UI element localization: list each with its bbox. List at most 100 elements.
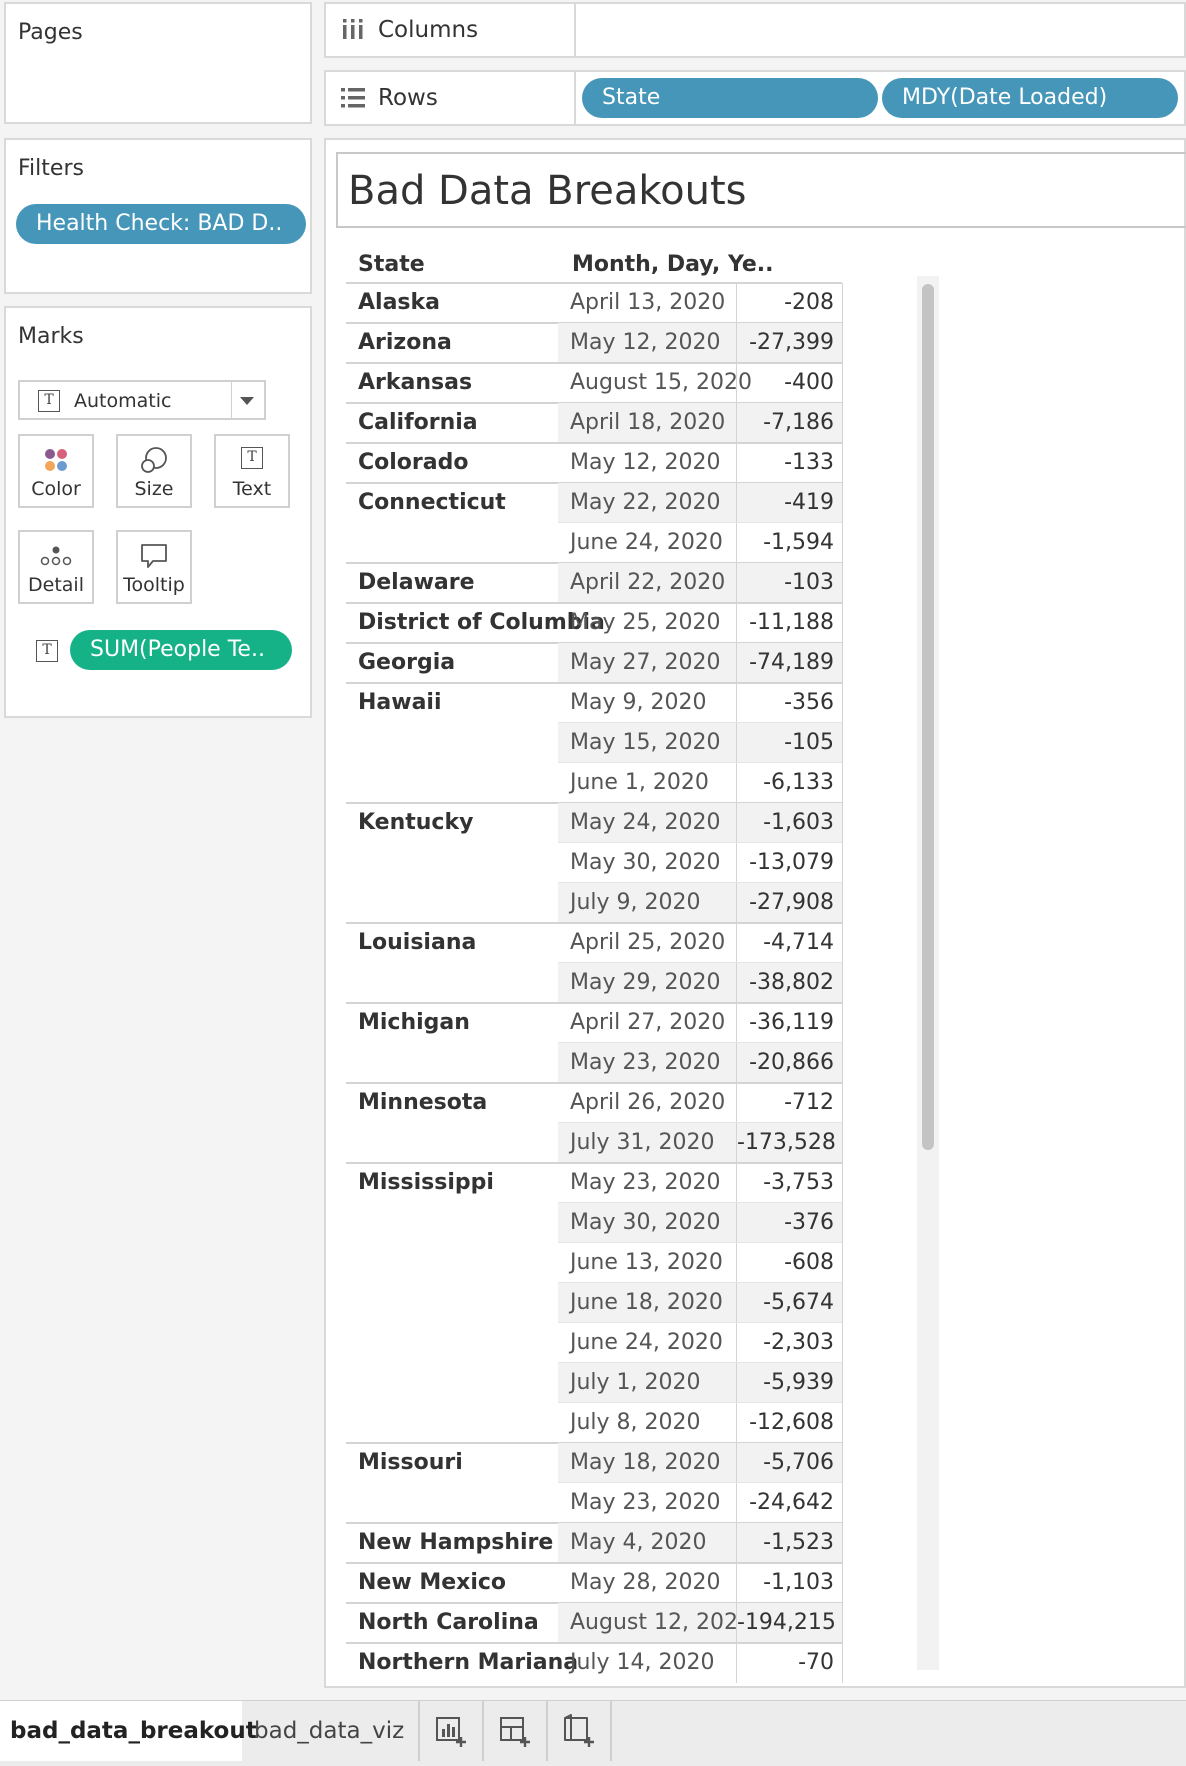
state-cell[interactable]: Louisiana <box>346 923 558 963</box>
new-story-icon[interactable] <box>562 1713 598 1749</box>
date-cell[interactable]: May 27, 2020 <box>558 643 736 683</box>
date-cell[interactable]: May 23, 2020 <box>558 1483 736 1523</box>
date-cell[interactable]: April 18, 2020 <box>558 403 736 443</box>
value-cell[interactable]: -208 <box>736 283 842 323</box>
state-cell[interactable]: North Carolina <box>346 1603 558 1643</box>
state-cell[interactable]: Missouri <box>346 1443 558 1483</box>
value-cell[interactable]: -400 <box>736 363 842 403</box>
pages-card[interactable]: Pages <box>4 2 312 124</box>
value-cell[interactable]: -6,133 <box>736 763 842 803</box>
value-cell[interactable]: -5,939 <box>736 1363 842 1403</box>
chevron-down-icon[interactable] <box>240 397 254 405</box>
date-cell[interactable]: May 23, 2020 <box>558 1163 736 1203</box>
date-cell[interactable]: June 1, 2020 <box>558 763 736 803</box>
value-cell[interactable]: -11,188 <box>736 603 842 643</box>
state-cell[interactable]: New Hampshire <box>346 1523 558 1563</box>
mark-type-dropdown[interactable]: T Automatic <box>18 380 266 420</box>
value-cell[interactable]: -419 <box>736 483 842 523</box>
value-cell[interactable]: -173,528 <box>736 1123 842 1163</box>
value-cell[interactable]: -7,186 <box>736 403 842 443</box>
date-cell[interactable]: May 12, 2020 <box>558 323 736 363</box>
value-cell[interactable]: -1,603 <box>736 803 842 843</box>
date-cell[interactable]: May 30, 2020 <box>558 843 736 883</box>
text-measure-pill[interactable]: SUM(People Te.. <box>70 630 292 670</box>
detail-button[interactable]: Detail <box>18 530 94 604</box>
value-cell[interactable]: -194,215 <box>736 1603 842 1643</box>
value-cell[interactable]: -20,866 <box>736 1043 842 1083</box>
value-cell[interactable]: -2,303 <box>736 1323 842 1363</box>
date-cell[interactable]: April 26, 2020 <box>558 1083 736 1123</box>
value-cell[interactable]: -12,608 <box>736 1403 842 1443</box>
value-cell[interactable]: -712 <box>736 1083 842 1123</box>
value-cell[interactable]: -5,674 <box>736 1283 842 1323</box>
date-cell[interactable]: June 13, 2020 <box>558 1243 736 1283</box>
state-header[interactable]: State <box>358 252 425 277</box>
value-cell[interactable]: -133 <box>736 443 842 483</box>
rows-shelf[interactable]: Rows State MDY(Date Loaded) <box>324 70 1186 126</box>
date-cell[interactable]: April 27, 2020 <box>558 1003 736 1043</box>
date-cell[interactable]: June 24, 2020 <box>558 523 736 563</box>
date-cell[interactable]: May 23, 2020 <box>558 1043 736 1083</box>
state-cell[interactable]: Delaware <box>346 563 558 603</box>
value-cell[interactable]: -3,753 <box>736 1163 842 1203</box>
value-cell[interactable]: -1,523 <box>736 1523 842 1563</box>
state-cell[interactable]: Mississippi <box>346 1163 558 1203</box>
value-cell[interactable]: -27,399 <box>736 323 842 363</box>
state-cell[interactable]: Minnesota <box>346 1083 558 1123</box>
date-cell[interactable]: May 29, 2020 <box>558 963 736 1003</box>
state-cell[interactable]: Northern Mariana <box>346 1643 578 1683</box>
date-cell[interactable]: August 15, 2020 <box>558 363 752 403</box>
date-loaded-pill[interactable]: MDY(Date Loaded) <box>882 78 1178 118</box>
value-cell[interactable]: -356 <box>736 683 842 723</box>
date-cell[interactable]: April 13, 2020 <box>558 283 736 323</box>
state-cell[interactable]: New Mexico <box>346 1563 558 1603</box>
date-cell[interactable]: June 18, 2020 <box>558 1283 736 1323</box>
date-cell[interactable]: July 8, 2020 <box>558 1403 736 1443</box>
value-cell[interactable]: -105 <box>736 723 842 763</box>
scrollbar-thumb[interactable] <box>922 284 934 1150</box>
filters-card[interactable]: Filters Health Check: BAD D.. <box>4 138 312 294</box>
value-cell[interactable]: -103 <box>736 563 842 603</box>
color-button[interactable]: Color <box>18 434 94 508</box>
state-cell[interactable]: Connecticut <box>346 483 558 523</box>
value-cell[interactable]: -36,119 <box>736 1003 842 1043</box>
tab-bad-data-breakout[interactable]: bad_data_breakout <box>0 1701 257 1761</box>
state-pill[interactable]: State <box>582 78 878 118</box>
state-cell[interactable]: Arizona <box>346 323 558 363</box>
text-button[interactable]: T Text <box>214 434 290 508</box>
date-cell[interactable]: April 22, 2020 <box>558 563 736 603</box>
date-header[interactable]: Month, Day, Ye.. <box>572 252 774 277</box>
state-cell[interactable]: Alaska <box>346 283 558 323</box>
value-cell[interactable]: -5,706 <box>736 1443 842 1483</box>
columns-shelf[interactable]: Columns <box>324 2 1186 58</box>
value-cell[interactable]: -74,189 <box>736 643 842 683</box>
date-cell[interactable]: April 25, 2020 <box>558 923 736 963</box>
value-cell[interactable]: -1,103 <box>736 1563 842 1603</box>
value-cell[interactable]: -38,802 <box>736 963 842 1003</box>
value-cell[interactable]: -13,079 <box>736 843 842 883</box>
date-cell[interactable]: July 14, 2020 <box>558 1643 736 1683</box>
value-cell[interactable]: -4,714 <box>736 923 842 963</box>
state-cell[interactable]: District of Columbia <box>346 603 605 643</box>
new-dashboard-icon[interactable] <box>498 1713 534 1749</box>
state-cell[interactable]: Georgia <box>346 643 558 683</box>
date-cell[interactable]: May 18, 2020 <box>558 1443 736 1483</box>
date-cell[interactable]: May 28, 2020 <box>558 1563 736 1603</box>
date-cell[interactable]: July 31, 2020 <box>558 1123 736 1163</box>
date-cell[interactable]: May 15, 2020 <box>558 723 736 763</box>
value-cell[interactable]: -608 <box>736 1243 842 1283</box>
date-cell[interactable]: May 22, 2020 <box>558 483 736 523</box>
state-cell[interactable]: California <box>346 403 558 443</box>
date-cell[interactable]: July 1, 2020 <box>558 1363 736 1403</box>
date-cell[interactable]: July 9, 2020 <box>558 883 736 923</box>
value-cell[interactable]: -24,642 <box>736 1483 842 1523</box>
date-cell[interactable]: May 30, 2020 <box>558 1203 736 1243</box>
date-cell[interactable]: May 24, 2020 <box>558 803 736 843</box>
date-cell[interactable]: May 9, 2020 <box>558 683 736 723</box>
value-cell[interactable]: -27,908 <box>736 883 842 923</box>
value-cell[interactable]: -1,594 <box>736 523 842 563</box>
filter-pill[interactable]: Health Check: BAD D.. <box>16 204 306 244</box>
date-cell[interactable]: May 4, 2020 <box>558 1523 736 1563</box>
date-cell[interactable]: May 12, 2020 <box>558 443 736 483</box>
date-cell[interactable]: June 24, 2020 <box>558 1323 736 1363</box>
